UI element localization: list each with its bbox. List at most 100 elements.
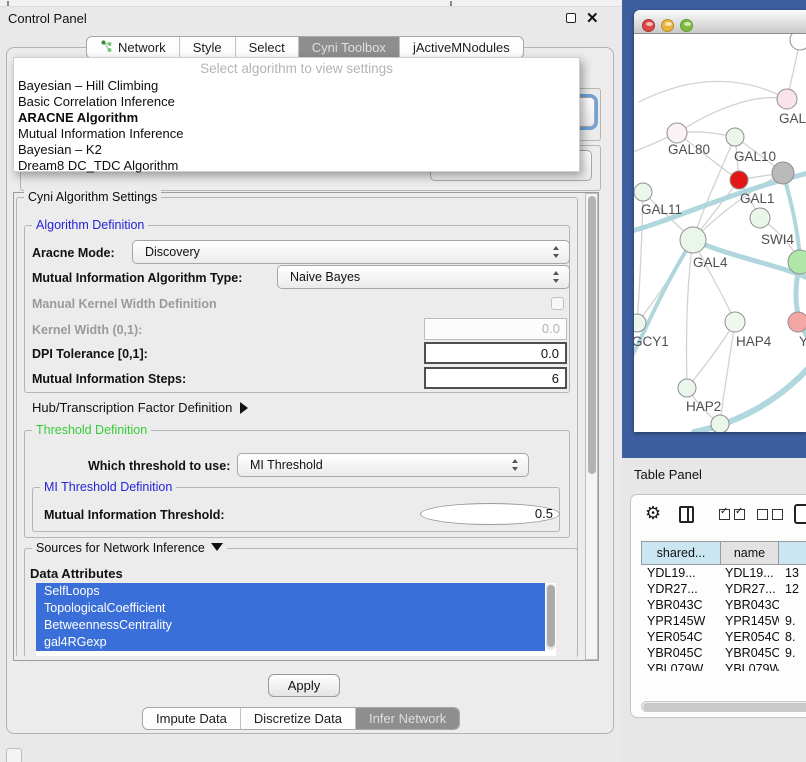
mac-close-icon[interactable]	[642, 19, 655, 32]
table-row[interactable]: YBR043CYBR043C	[641, 597, 806, 613]
tab-network[interactable]: Network	[87, 37, 179, 58]
table-cell: 12	[779, 581, 806, 597]
tab-impute-data[interactable]: Impute Data	[143, 708, 240, 729]
mutual-information-threshold-field[interactable]: 0.5	[420, 503, 560, 525]
tab-discretize-data[interactable]: Discretize Data	[240, 708, 355, 729]
attribute-item-gal4rgexp[interactable]: gal4RGexp	[36, 634, 545, 651]
combo-spinner-icon	[552, 271, 560, 283]
network-node[interactable]	[790, 34, 806, 50]
aracne-mode-value: Discovery	[145, 245, 200, 259]
table-row[interactable]: YER054CYER054C8.	[641, 629, 806, 645]
manual-kernel-width-checkbox[interactable]	[551, 297, 564, 310]
network-node-gal80[interactable]	[667, 123, 687, 143]
network-node-gal[interactable]	[777, 89, 797, 109]
toolbar-tick	[450, 1, 452, 6]
tab-infer-network[interactable]: Infer Network	[355, 708, 459, 729]
attribute-item-topologicalcoefficient[interactable]: TopologicalCoefficient	[36, 600, 545, 617]
dpi-tolerance-field[interactable]: 0.0	[424, 342, 567, 364]
node-label-gal80: GAL80	[668, 142, 710, 157]
mi-algorithm-type-combobox[interactable]: Naive Bayes	[277, 265, 570, 289]
table-cell: YDL19...	[721, 565, 779, 581]
network-node-gal11[interactable]	[634, 183, 652, 201]
network-node-y[interactable]	[788, 312, 806, 332]
table-cell: YBR043C	[641, 597, 721, 613]
column-header-col2[interactable]	[779, 541, 806, 565]
function-builder-icon[interactable]	[794, 504, 806, 524]
algorithm-option-aracne-algorithm[interactable]: ARACNE Algorithm	[14, 110, 579, 126]
algorithm-option-mutual-information-inference[interactable]: Mutual Information Inference	[14, 126, 579, 142]
table-options-gear-icon[interactable]: ⚙	[645, 503, 661, 524]
kernel-width-field[interactable]: 0.0	[424, 318, 567, 340]
mi-steps-field[interactable]: 6	[424, 367, 567, 389]
unselect-all-columns-icon[interactable]	[757, 509, 783, 520]
scrollbar-thumb[interactable]	[643, 703, 806, 711]
tab-label: Select	[249, 40, 285, 55]
algorithm-option-bayesian-hill-climbing[interactable]: Bayesian – Hill Climbing	[14, 78, 579, 94]
mac-zoom-icon[interactable]	[680, 19, 693, 32]
network-graph-canvas[interactable]: GALGAL80GAL10GAL1GAL11SWI4GAL4GCY1HAP4YH…	[634, 34, 806, 432]
algorithm-option-dream8-dc-tdc-algorithm[interactable]: Dream8 DC_TDC Algorithm	[14, 158, 579, 174]
network-node-hap4[interactable]	[725, 312, 745, 332]
column-header-shared[interactable]: shared...	[641, 541, 721, 565]
table-row[interactable]: YBR045CYBR045C9.	[641, 645, 806, 661]
which-threshold-combobox[interactable]: MI Threshold	[237, 453, 529, 477]
hub-definition-expander[interactable]: Hub/Transcription Factor Definition	[32, 400, 248, 415]
combo-spinner-icon	[511, 459, 519, 471]
column-header-name[interactable]: name	[721, 541, 779, 565]
mi-algorithm-type-value: Naive Bayes	[290, 270, 360, 284]
network-window-titlebar[interactable]	[634, 10, 806, 34]
close-icon[interactable]: ✕	[586, 9, 599, 27]
select-all-columns-icon[interactable]	[719, 509, 745, 520]
network-node-labels: GALGAL80GAL10GAL1GAL11SWI4GAL4GCY1HAP4YH…	[634, 111, 806, 414]
tab-select[interactable]: Select	[235, 37, 298, 58]
network-node-swi4[interactable]	[750, 208, 770, 228]
tab-style[interactable]: Style	[179, 37, 235, 58]
table-row[interactable]: YPR145WYPR145W9.	[641, 613, 806, 629]
tab-label: Infer Network	[369, 711, 446, 726]
network-node-gal4[interactable]	[680, 227, 706, 253]
manual-kernel-width-label: Manual Kernel Width Definition	[32, 297, 217, 311]
algorithm-option-basic-correlation-inference[interactable]: Basic Correlation Inference	[14, 94, 579, 110]
tab-cyni-toolbox[interactable]: Cyni Toolbox	[298, 37, 399, 58]
network-icon	[100, 40, 113, 56]
table-panel-body: ⚙ shared...name YDL19...YDL19...13YDR27.…	[630, 494, 806, 718]
aracne-mode-combobox[interactable]: Discovery	[132, 240, 570, 264]
table-panel-title: Table Panel	[634, 467, 702, 482]
network-node[interactable]	[711, 415, 729, 432]
node-label-gal1: GAL1	[740, 191, 775, 206]
combo-spinner-icon	[552, 246, 560, 258]
table-row[interactable]: YDR27...YDR27...12	[641, 581, 806, 597]
table-cell: YDR27...	[721, 581, 779, 597]
show-columns-icon[interactable]	[679, 506, 694, 523]
table-cell: 9.	[779, 645, 806, 661]
scrollbar-thumb[interactable]	[547, 585, 555, 647]
node-label-hap4: HAP4	[736, 334, 772, 349]
network-node-hap2[interactable]	[678, 379, 696, 397]
node-label-gal4: GAL4	[693, 255, 728, 270]
table-horizontal-scrollbar[interactable]	[641, 701, 806, 712]
settings-vertical-scrollbar[interactable]	[585, 193, 598, 660]
float-window-icon[interactable]	[566, 13, 576, 23]
network-node-gal1[interactable]	[730, 171, 748, 189]
mac-minimize-icon[interactable]	[661, 19, 674, 32]
network-node-gal10[interactable]	[726, 128, 744, 146]
apply-button[interactable]: Apply	[268, 674, 340, 697]
table-cell: YPR145W	[721, 613, 779, 629]
table-row[interactable]: YDL19...YDL19...13	[641, 565, 806, 581]
node-label-y: Y	[799, 334, 806, 349]
window-grip-icon[interactable]	[6, 748, 22, 762]
attributes-scrollbar[interactable]	[546, 584, 555, 650]
network-node[interactable]	[772, 162, 794, 184]
algorithm-option-bayesian-k2[interactable]: Bayesian – K2	[14, 142, 579, 158]
tab-label: jActiveMNodules	[413, 40, 510, 55]
table-row[interactable]: YBL079WYBL079W	[641, 661, 806, 671]
attribute-item-betweennesscentrality[interactable]: BetweennessCentrality	[36, 617, 545, 634]
cyni-mode-tabs: Impute DataDiscretize Data Infer Network	[142, 707, 460, 730]
tab-jactivemnodules[interactable]: jActiveMNodules	[399, 37, 523, 58]
scrollbar-thumb[interactable]	[588, 196, 596, 474]
attribute-item-selfloops[interactable]: SelfLoops	[36, 583, 545, 600]
mi-steps-label: Mutual Information Steps:	[32, 372, 186, 386]
dpi-tolerance-label: DPI Tolerance [0,1]:	[32, 347, 148, 361]
which-threshold-label: Which threshold to use:	[88, 459, 230, 473]
table-cell: YBL079W	[721, 661, 779, 671]
